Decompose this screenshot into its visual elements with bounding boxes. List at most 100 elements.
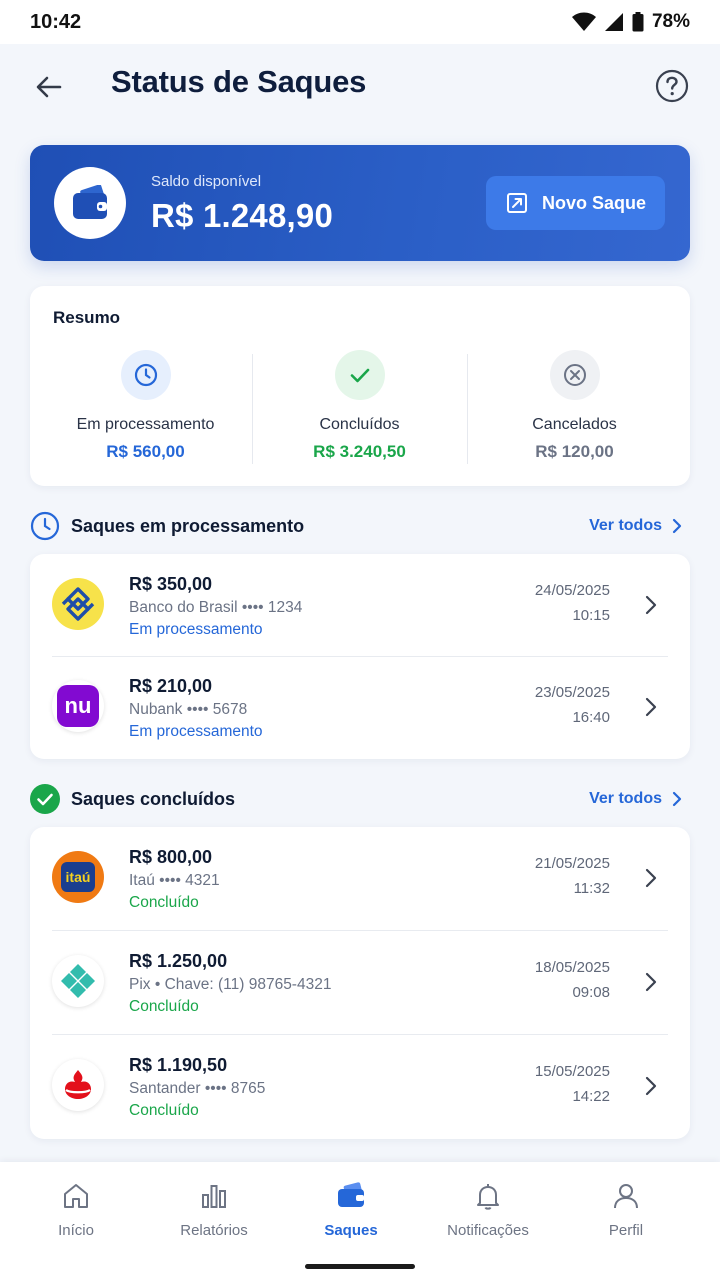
processing-list: R$ 350,00 Banco do Brasil •••• 1234 Em p… bbox=[30, 554, 690, 759]
withdraw-status: Concluído bbox=[129, 998, 199, 1015]
nav-item-notificacoes[interactable]: Notificações bbox=[428, 1180, 548, 1239]
withdraw-row[interactable]: R$ 1.190,50 Santander •••• 8765 Concluíd… bbox=[30, 1035, 690, 1139]
see-all-label: Ver todos bbox=[589, 790, 662, 807]
balance-label: Saldo disponível bbox=[151, 173, 262, 190]
chevron-right-icon bbox=[672, 518, 682, 534]
withdraw-time: 14:22 bbox=[572, 1088, 610, 1105]
summary-completed[interactable]: Concluídos R$ 3.240,50 bbox=[252, 350, 467, 468]
summary-completed-value: R$ 3.240,50 bbox=[313, 442, 406, 461]
wallet-icon bbox=[338, 1182, 364, 1207]
nav-item-saques[interactable]: Saques bbox=[291, 1180, 411, 1239]
withdraw-status: Concluído bbox=[129, 1102, 199, 1119]
processing-see-all-link[interactable]: Ver todos bbox=[589, 517, 682, 535]
x-circle-icon bbox=[549, 350, 600, 400]
withdraw-bank: Pix • Chave: (11) 98765-4321 bbox=[129, 976, 332, 993]
summary-processing[interactable]: Em processamento R$ 560,00 bbox=[38, 350, 253, 468]
withdraw-amount: R$ 210,00 bbox=[129, 676, 213, 696]
chevron-right-icon bbox=[645, 1076, 657, 1096]
itau-logo-text: itaú bbox=[61, 862, 95, 892]
clock-icon bbox=[120, 350, 171, 400]
user-icon bbox=[614, 1184, 638, 1209]
status-bar: 10:42 78% bbox=[0, 0, 720, 44]
bottom-navigation: Início Relatórios Saques Notificações Pe… bbox=[0, 1162, 720, 1280]
status-time: 10:42 bbox=[30, 10, 82, 33]
processing-section-header: Saques em processamento Ver todos bbox=[30, 511, 690, 543]
withdraw-row[interactable]: itaú R$ 800,00 Itaú •••• 4321 Concluído … bbox=[30, 827, 690, 931]
chevron-right-icon bbox=[645, 972, 657, 992]
withdraw-amount: R$ 800,00 bbox=[129, 847, 213, 867]
summary-processing-value: R$ 560,00 bbox=[106, 442, 185, 461]
help-button[interactable] bbox=[654, 68, 690, 104]
withdraw-status: Em processamento bbox=[129, 621, 263, 638]
nav-label: Perfil bbox=[608, 1222, 644, 1239]
santander-logo bbox=[52, 1059, 104, 1111]
withdraw-row[interactable]: R$ 1.250,00 Pix • Chave: (11) 98765-4321… bbox=[30, 931, 690, 1035]
back-button[interactable] bbox=[30, 68, 68, 106]
withdraw-amount: R$ 1.190,50 bbox=[129, 1055, 228, 1075]
chevron-right-icon bbox=[645, 868, 657, 888]
app-header: Status de Saques bbox=[0, 44, 720, 128]
withdraw-amount: R$ 350,00 bbox=[129, 574, 213, 594]
balance-card: Saldo disponível R$ 1.248,90 Novo Saque bbox=[30, 145, 690, 261]
bell-icon bbox=[477, 1184, 499, 1210]
chevron-right-icon bbox=[645, 595, 657, 615]
clock-icon bbox=[30, 511, 60, 541]
check-icon bbox=[334, 350, 385, 400]
summary-card: Resumo Em processamento R$ 560,00 Conclu… bbox=[30, 286, 690, 486]
chevron-right-icon bbox=[645, 697, 657, 717]
bar-chart-icon bbox=[202, 1185, 226, 1208]
check-circle-icon bbox=[30, 784, 60, 814]
withdraw-bank: Nubank •••• 5678 bbox=[129, 701, 248, 718]
summary-completed-label: Concluídos bbox=[319, 416, 400, 433]
nav-item-relatorios[interactable]: Relatórios bbox=[154, 1180, 274, 1239]
withdraw-date: 21/05/2025 bbox=[534, 855, 610, 872]
new-withdraw-label: Novo Saque bbox=[542, 192, 647, 213]
nubank-logo: nu bbox=[52, 680, 104, 732]
nav-label: Notificações bbox=[447, 1222, 529, 1239]
withdraw-status: Em processamento bbox=[129, 723, 263, 740]
withdraw-time: 09:08 bbox=[572, 984, 610, 1001]
help-icon bbox=[655, 69, 689, 103]
nav-label: Saques bbox=[324, 1222, 378, 1239]
completed-section-title: Saques concluídos bbox=[71, 789, 236, 809]
battery-icon bbox=[632, 12, 644, 32]
completed-section-header: Saques concluídos Ver todos bbox=[30, 784, 690, 816]
withdraw-date: 24/05/2025 bbox=[534, 582, 610, 599]
summary-processing-label: Em processamento bbox=[76, 416, 215, 433]
page-title: Status de Saques bbox=[111, 64, 367, 99]
summary-cancelled[interactable]: Cancelados R$ 120,00 bbox=[467, 350, 682, 468]
withdraw-time: 10:15 bbox=[572, 607, 610, 624]
banco-do-brasil-logo bbox=[52, 578, 104, 630]
withdraw-time: 16:40 bbox=[572, 709, 610, 726]
balance-value: R$ 1.248,90 bbox=[151, 197, 334, 234]
withdraw-time: 11:32 bbox=[573, 880, 610, 897]
withdraw-bank: Santander •••• 8765 bbox=[129, 1080, 266, 1097]
withdraw-bank: Itaú •••• 4321 bbox=[129, 872, 220, 889]
nav-item-perfil[interactable]: Perfil bbox=[566, 1180, 686, 1239]
signal-icon bbox=[604, 12, 624, 32]
nav-label: Início bbox=[58, 1222, 94, 1239]
new-withdraw-button[interactable]: Novo Saque bbox=[486, 176, 665, 230]
see-all-label: Ver todos bbox=[589, 517, 662, 534]
withdraw-bank: Banco do Brasil •••• 1234 bbox=[129, 599, 303, 616]
withdraw-date: 18/05/2025 bbox=[534, 959, 610, 976]
summary-title: Resumo bbox=[53, 308, 121, 327]
processing-section-title: Saques em processamento bbox=[71, 516, 305, 536]
nav-item-inicio[interactable]: Início bbox=[16, 1180, 136, 1239]
completed-list: itaú R$ 800,00 Itaú •••• 4321 Concluído … bbox=[30, 827, 690, 1139]
nubank-logo-text: nu bbox=[57, 685, 99, 727]
wallet-icon bbox=[73, 185, 107, 219]
external-arrow-icon bbox=[507, 193, 527, 213]
withdraw-status: Concluído bbox=[129, 894, 199, 911]
withdraw-date: 15/05/2025 bbox=[534, 1063, 610, 1080]
home-icon bbox=[64, 1184, 88, 1208]
arrow-left-icon bbox=[36, 76, 62, 98]
battery-level: 78% bbox=[651, 11, 690, 32]
completed-see-all-link[interactable]: Ver todos bbox=[589, 790, 682, 808]
withdraw-row[interactable]: nu R$ 210,00 Nubank •••• 5678 Em process… bbox=[30, 656, 690, 760]
home-indicator bbox=[305, 1264, 415, 1269]
itau-logo: itaú bbox=[52, 851, 104, 903]
withdraw-row[interactable]: R$ 350,00 Banco do Brasil •••• 1234 Em p… bbox=[30, 554, 690, 658]
chevron-right-icon bbox=[672, 791, 682, 807]
status-indicators: 78% bbox=[571, 11, 690, 33]
